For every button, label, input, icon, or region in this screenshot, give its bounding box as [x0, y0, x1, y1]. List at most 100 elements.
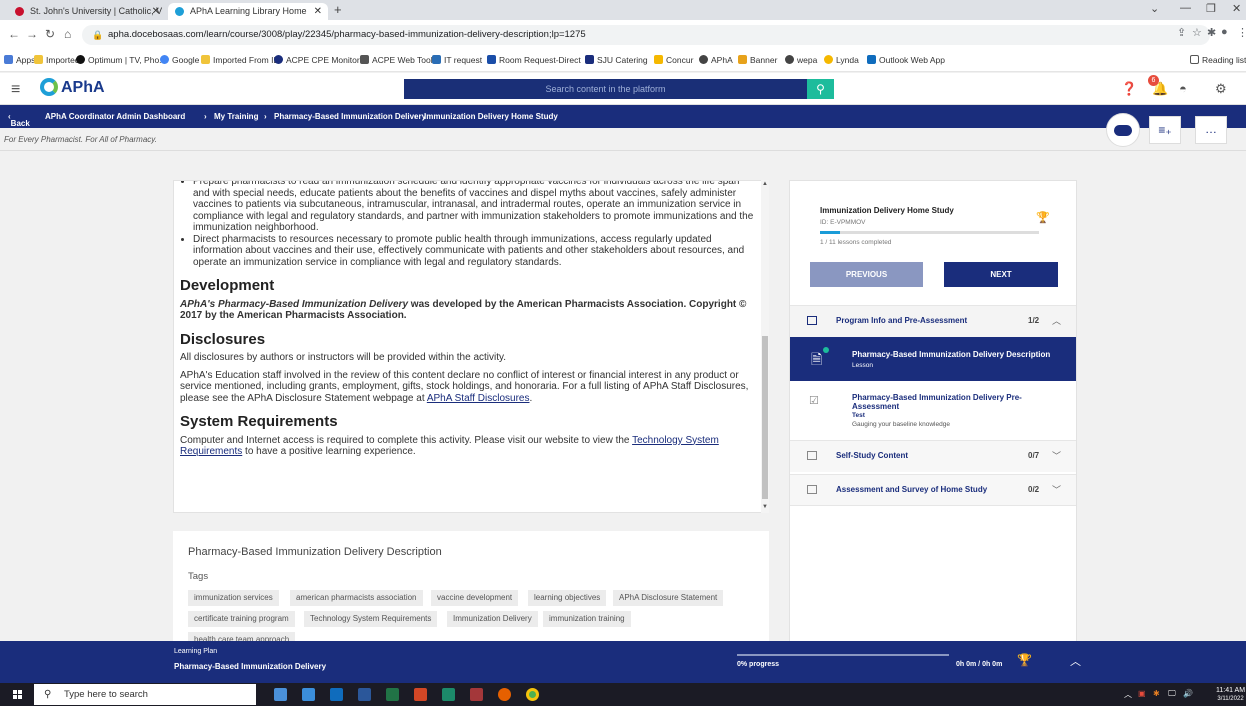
chrome-icon[interactable]: [526, 688, 539, 701]
course-list-button[interactable]: ≡₊: [1149, 116, 1181, 144]
bookmark-banner[interactable]: Banner: [738, 54, 777, 67]
learning-plan-time: 0h 0m / 0h 0m: [956, 661, 1003, 668]
search-button[interactable]: ⚲: [807, 79, 834, 99]
powerpoint-icon[interactable]: [414, 688, 427, 701]
restore-icon[interactable]: ❐: [1206, 2, 1216, 15]
tag[interactable]: health care team approach: [188, 632, 296, 641]
url-input[interactable]: 🔒 apha.docebosaas.com/learn/course/3008/…: [82, 25, 1210, 45]
browser-menu-icon[interactable]: ⋮: [1237, 26, 1246, 39]
chevron-down-icon[interactable]: ﹀: [1052, 449, 1061, 462]
settings-gear-icon[interactable]: ⚙: [1215, 81, 1227, 97]
bookmark-sju-catering[interactable]: SJU Catering: [585, 54, 648, 67]
more-options-button[interactable]: …: [1195, 116, 1227, 144]
search-input[interactable]: Search content in the platform: [404, 79, 807, 99]
bookmark-acpe-cpe[interactable]: ACPE CPE Monitor: [274, 54, 360, 67]
windows-start-icon[interactable]: [13, 690, 23, 700]
bookmark-apps[interactable]: Apps: [4, 54, 35, 67]
scroll-up-icon[interactable]: ▲: [762, 181, 768, 187]
hamburger-menu-icon[interactable]: ≡: [11, 81, 20, 99]
bookmark-outlook[interactable]: Outlook Web App: [867, 54, 945, 67]
lesson-item[interactable]: ☑ Pharmacy-Based Immunization Delivery P…: [790, 384, 1076, 439]
bookmark-it-request[interactable]: IT request: [432, 54, 482, 67]
tag[interactable]: Technology System Requirements: [304, 611, 438, 627]
forward-arrow-icon[interactable]: →: [26, 27, 38, 41]
chevron-up-icon[interactable]: ︿: [1052, 314, 1061, 327]
word-icon[interactable]: [358, 688, 371, 701]
new-tab-icon[interactable]: +: [334, 2, 342, 17]
taskbar-clock[interactable]: 11:41 AM 3/11/2022: [1216, 687, 1245, 703]
user-menu-icon[interactable]: ◓: [1179, 81, 1187, 96]
tray-app-icon[interactable]: ▣: [1138, 689, 1146, 698]
breadcrumb-item[interactable]: Pharmacy-Based Immunization Delivery: [274, 112, 426, 121]
apha-logo[interactable]: APhA: [40, 78, 105, 97]
tag[interactable]: APhA Disclosure Statement: [613, 590, 724, 606]
task-view-icon[interactable]: [274, 688, 287, 701]
reload-icon[interactable]: ↻: [45, 27, 55, 41]
breadcrumb-item[interactable]: APhA Coordinator Admin Dashboard: [45, 112, 185, 121]
extensions-icon[interactable]: ✱: [1207, 26, 1216, 39]
taskbar-search-input[interactable]: ⚲ Type here to search: [34, 684, 256, 705]
store-icon[interactable]: [302, 688, 315, 701]
breadcrumb-item[interactable]: My Training: [214, 112, 258, 121]
breadcrumb-separator: ›: [204, 112, 207, 121]
bookmark-room-request[interactable]: Room Request-Direct: [487, 54, 581, 67]
browser-tab-apha[interactable]: APhA Learning Library Home ✕: [168, 3, 328, 20]
tag[interactable]: certificate training program: [188, 611, 295, 627]
tray-chevron-icon[interactable]: ︿: [1124, 689, 1132, 700]
lesson-content-panel[interactable]: Prepare pharmacists to read an immunizat…: [173, 180, 769, 513]
list-item: Prepare pharmacists to read an immunizat…: [193, 181, 756, 234]
bookmark-imported-ie[interactable]: Imported From IE: [201, 54, 279, 67]
bookmark-lynda[interactable]: Lynda: [824, 54, 859, 67]
tag[interactable]: american pharmacists association: [290, 590, 423, 606]
bookmark-concur[interactable]: Concur: [654, 54, 693, 67]
reading-list-button[interactable]: Reading list: [1190, 54, 1246, 67]
bookmark-star-icon[interactable]: ☆: [1192, 26, 1202, 39]
bookmark-optimum[interactable]: Optimum | TV, Pho...: [76, 54, 166, 67]
tray-app-icon[interactable]: ✱: [1153, 689, 1160, 698]
help-icon[interactable]: ❓: [1121, 81, 1137, 97]
lesson-item-active[interactable]: 🗎 Pharmacy-Based Immunization Delivery D…: [790, 337, 1076, 381]
section-program-info[interactable]: Program Info and Pre-Assessment 1/2 ︿: [790, 305, 1076, 337]
staff-disclosures-link[interactable]: APhA Staff Disclosures: [427, 393, 530, 404]
bookmark-imported[interactable]: Imported: [34, 54, 80, 67]
section-self-study[interactable]: Self-Study Content 0/7 ﹀: [790, 440, 1076, 472]
window-close-icon[interactable]: ✕: [1232, 2, 1241, 15]
scrollbar-thumb[interactable]: [762, 336, 768, 499]
minimize-icon[interactable]: —: [1180, 2, 1191, 14]
windows-taskbar: ⚲ Type here to search ︿ ▣ ✱ 🖵 🔊 11:41 AM…: [0, 683, 1246, 706]
chevron-down-icon[interactable]: ﹀: [1052, 483, 1061, 496]
tag[interactable]: learning objectives: [528, 590, 607, 606]
firefox-icon[interactable]: [498, 688, 511, 701]
outlook-icon[interactable]: [330, 688, 343, 701]
section-assessment[interactable]: Assessment and Survey of Home Study 0/2 …: [790, 474, 1076, 506]
section-label: Assessment and Survey of Home Study: [836, 485, 988, 494]
access-icon[interactable]: [470, 688, 483, 701]
bookmark-acpe-web[interactable]: ACPE Web Tool: [360, 54, 433, 67]
network-icon[interactable]: 🖵: [1168, 689, 1176, 699]
bookmark-wepa[interactable]: wepa: [785, 54, 817, 67]
bookmark-apha[interactable]: APhA: [699, 54, 733, 67]
volume-icon[interactable]: 🔊: [1183, 689, 1193, 698]
back-arrow-icon[interactable]: ←: [8, 27, 20, 41]
lesson-title: Pharmacy-Based Immunization Delivery Pre…: [852, 393, 1022, 411]
publisher-icon[interactable]: [442, 688, 455, 701]
share-icon[interactable]: ⇪: [1177, 26, 1186, 39]
close-icon[interactable]: ✕: [314, 3, 322, 20]
view-toggle-button[interactable]: [1106, 113, 1140, 147]
next-button[interactable]: NEXT: [944, 262, 1058, 287]
home-icon[interactable]: ⌂: [64, 27, 71, 41]
bookmark-google[interactable]: Google: [160, 54, 199, 67]
excel-icon[interactable]: [386, 688, 399, 701]
close-icon[interactable]: ✕: [152, 3, 160, 20]
tab-search-icon[interactable]: ⌄: [1150, 2, 1159, 15]
previous-button[interactable]: PREVIOUS: [810, 262, 923, 287]
tag[interactable]: Immunization Delivery: [447, 611, 538, 627]
browser-tab-stjohns[interactable]: St. John's University | Catholic, V ✕: [8, 3, 166, 20]
tag[interactable]: vaccine development: [431, 590, 519, 606]
profile-icon[interactable]: ●: [1221, 26, 1228, 38]
scroll-down-icon[interactable]: ▼: [762, 504, 768, 510]
tag[interactable]: immunization training: [543, 611, 631, 627]
chevron-up-icon[interactable]: ︿: [1070, 653, 1081, 669]
tag[interactable]: immunization services: [188, 590, 279, 606]
back-button[interactable]: ‹ Back: [8, 112, 30, 128]
